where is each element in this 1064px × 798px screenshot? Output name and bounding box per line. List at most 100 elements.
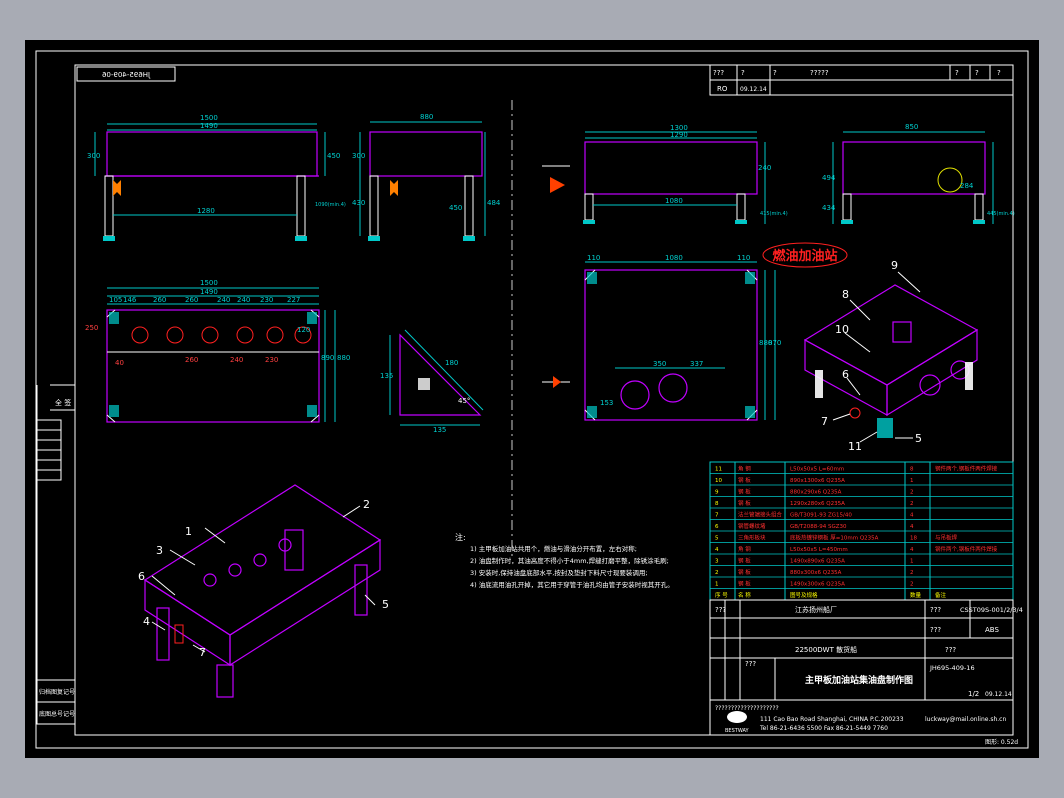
left-side-strip: 全 签 归档图复记号 底图总号记号 xyxy=(36,384,76,725)
parts-cell: 2 xyxy=(910,570,914,576)
left-side-elevation: 880 300 430 450 484 1090(min.4) xyxy=(315,113,501,241)
parts-cell: 4 xyxy=(715,547,719,553)
parts-header-cell: 图号及规格 xyxy=(790,591,818,599)
dim-front-2: 1280 xyxy=(197,207,215,215)
callout-8: 8 xyxy=(842,288,849,301)
parts-cell: 18 xyxy=(910,536,917,542)
parts-cell: 钢 板 xyxy=(738,580,751,588)
parts-header-cell: 数量 xyxy=(910,591,922,599)
station-label-text: 燃油加油站 xyxy=(772,248,837,264)
parts-cell: 法兰管端接头组合 xyxy=(738,511,783,519)
parts-cell: 钢 板 xyxy=(738,568,751,576)
dim-rside-1: 494 xyxy=(822,174,836,182)
rev-h4: ? xyxy=(955,69,959,77)
parts-cell: 1490x300x6 Q235A xyxy=(790,582,845,588)
side-label-sign: 全 签 xyxy=(55,398,71,407)
dim-rplan-2: 110 xyxy=(737,254,750,262)
rev-h6: ? xyxy=(997,69,1001,77)
tb-ship: 22500DWT 散货船 xyxy=(795,645,857,654)
callout-6-right: 6 xyxy=(842,368,849,381)
parts-cell: 钢 板 xyxy=(738,499,751,507)
parts-cell: 7 xyxy=(715,513,719,519)
tb-date: 09.12.14 xyxy=(985,691,1012,698)
right-isometric: 9 8 10 6 7 11 5 xyxy=(803,259,979,453)
parts-cell: 10 xyxy=(715,478,722,484)
parts-cell: 1 xyxy=(910,478,914,484)
dim-plan-2: 105 xyxy=(109,296,122,304)
revision-table: ??? ? ? ????? ? ? ? RO 09.12.14 xyxy=(709,64,1014,96)
station-label: 燃油加油站 xyxy=(762,242,848,268)
left-isometric: 1 2 3 6 4 7 5 xyxy=(138,484,389,698)
parts-cell: L50x50x5 L=60mm xyxy=(790,467,844,473)
rev-r1: 09.12.14 xyxy=(740,86,767,93)
rev-h0: ??? xyxy=(713,69,724,77)
tb-mark-1: ??? xyxy=(930,606,941,614)
company-logo: BESTWAY xyxy=(725,711,750,734)
dim-plan-15: 230 xyxy=(265,356,278,364)
dim-rfront-1: 1290 xyxy=(670,131,688,139)
dim-plan-4: 260 xyxy=(153,296,166,304)
note-3: 3) 安装时,保持油盘底部水平,按封及垫封下料尺寸现要装调用; xyxy=(470,568,648,577)
dim-rplan-4: 337 xyxy=(690,360,703,368)
dim-rside-3: 284 xyxy=(960,182,974,190)
dim-front-0: 1500 xyxy=(200,114,218,122)
dim-rplan-1: 1080 xyxy=(665,254,683,262)
parts-list: 11 角 钢 L50x50x5 L=60mm 8 钢件两个,钢板件两件焊接10 钢 板 89… xyxy=(709,461,1014,601)
parts-cell: 6 xyxy=(715,524,719,530)
callout-9: 9 xyxy=(891,259,898,272)
callout-7-right: 7 xyxy=(821,415,828,428)
dim-front-4: 450 xyxy=(327,152,340,160)
dim-side-0: 880 xyxy=(420,113,433,121)
dim-front-1: 1490 xyxy=(200,122,218,130)
parts-cell: 8 xyxy=(910,467,914,473)
right-front-elevation: 1300 1290 1080 240 415(min.4) xyxy=(542,124,788,224)
dim-rside-0: 850 xyxy=(905,123,918,131)
parts-cell: 2 xyxy=(910,582,914,588)
dim-rside-4: 445(min.4) xyxy=(987,211,1015,217)
parts-cell: 2 xyxy=(910,501,914,507)
tb-email: luckway@mail.online.sh.cn xyxy=(925,716,1006,723)
tb-drawing-title: 主甲板加油站集油盘制作图 xyxy=(805,674,913,686)
parts-cell: 1290x280x6 Q235A xyxy=(790,501,845,507)
rev-r0: RO xyxy=(717,85,728,93)
mirrored-number: JH695-409-06 xyxy=(101,71,151,79)
title-block: ??? 江苏扬州船厂 ??? CSST09S-001/2/3/4 ??? ABS… xyxy=(709,599,1023,736)
tb-drawing-no: JH695-409-16 xyxy=(929,664,975,672)
dim-rplan-3: 350 xyxy=(653,360,666,368)
drawing-canvas: JH695-409-06 全 签 归档图复记号 底图总号记号 ??? ? ? ?… xyxy=(25,40,1039,758)
note-4: 4) 油底流用油孔开掉，其它用于穿管于油孔均由管子安装时视其开孔。 xyxy=(470,580,674,589)
parts-cell: 三角形板块 xyxy=(738,534,766,542)
dim-rplan-7: 153 xyxy=(600,399,613,407)
parts-cell: 钢管螺纹堵 xyxy=(738,522,766,530)
parts-cell: 9 xyxy=(715,490,719,496)
callout-1: 1 xyxy=(185,525,192,538)
tb-society: ABS xyxy=(985,626,999,634)
dim-plan-7: 240 xyxy=(237,296,250,304)
dim-plan-5: 260 xyxy=(185,296,198,304)
mirrored-number-box: JH695-409-06 xyxy=(76,66,176,82)
tb-code: CSST09S-001/2/3/4 xyxy=(960,606,1023,614)
parts-cell: 角 钢 xyxy=(738,465,751,473)
callout-4: 4 xyxy=(143,615,150,628)
dim-rfront-3: 240 xyxy=(758,164,771,172)
rev-h5: ? xyxy=(975,69,979,77)
tb-mark-2: ??? xyxy=(930,626,941,634)
parts-cell: 底板热镀锌钢板 厚=10mm Q235A xyxy=(790,534,879,542)
tb-placeholder: ???????????????????? xyxy=(715,705,779,712)
dim-plan-9: 227 xyxy=(287,296,300,304)
dim-plan-10: 250 xyxy=(85,324,98,332)
cad-drawing: JH695-409-06 全 签 归档图复记号 底图总号记号 ??? ? ? ?… xyxy=(35,50,1029,749)
right-side-elevation: 850 494 434 284 445(min.4) xyxy=(822,123,1015,224)
company-logo-text: BESTWAY xyxy=(725,728,750,734)
parts-cell: 890x1300x6 Q235A xyxy=(790,478,845,484)
left-front-elevation: 1500 1490 1280 300 450 xyxy=(87,114,340,241)
dim-plan-14: 240 xyxy=(230,356,243,364)
parts-cell: 4 xyxy=(910,524,914,530)
rev-h3: ????? xyxy=(810,69,829,77)
callout-7-left: 7 xyxy=(199,646,206,659)
parts-cell: 3 xyxy=(715,559,719,565)
tb-mark-4: ??? xyxy=(745,660,756,668)
border-frame xyxy=(35,50,1029,749)
dim-side-4: 484 xyxy=(487,199,501,207)
note-1: 1) 主甲板加油站共用个，燃油与滑油分开布置，左右对称; xyxy=(470,544,637,553)
